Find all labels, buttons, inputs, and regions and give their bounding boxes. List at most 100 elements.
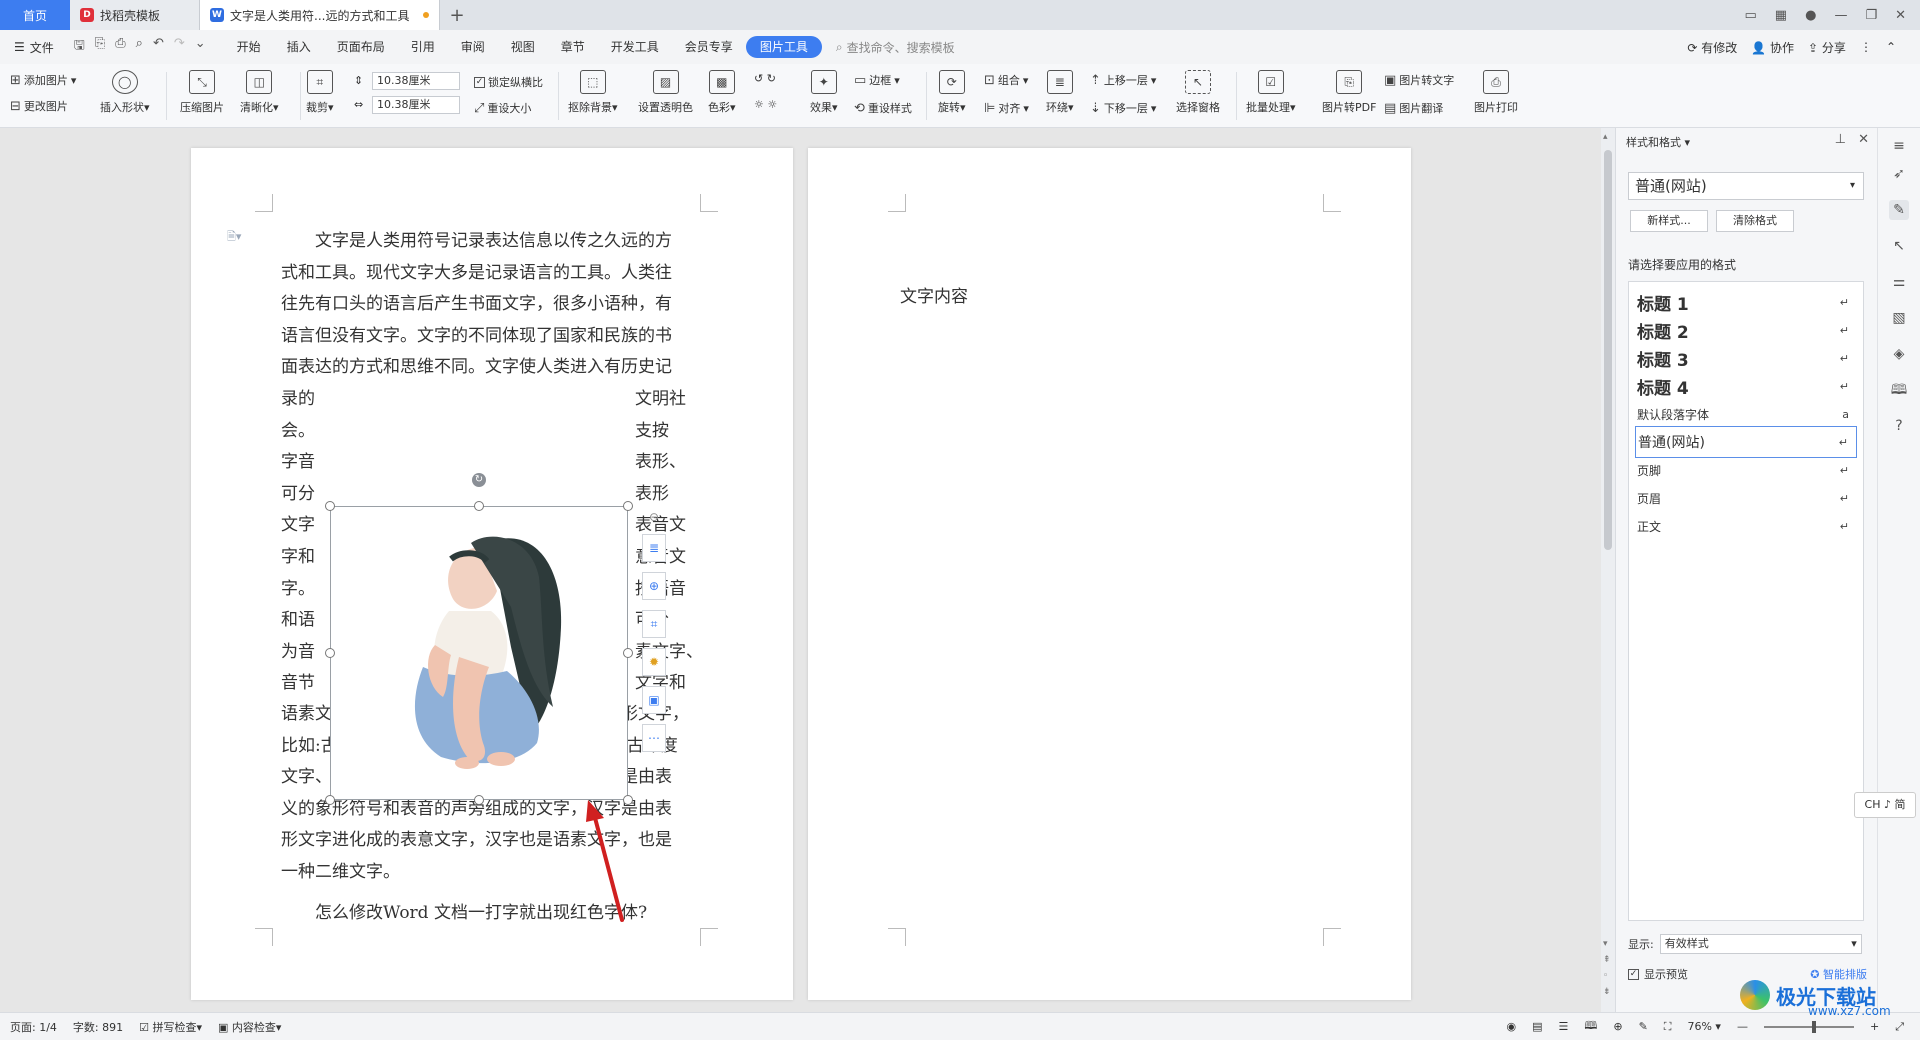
- vertical-scrollbar[interactable]: ▴ ▾ ⇞ ◦ ⇟: [1601, 128, 1615, 1012]
- resize-handle[interactable]: [474, 795, 484, 805]
- menu-item[interactable]: 引用: [398, 36, 448, 58]
- color-button[interactable]: ▩ 色彩▾: [708, 70, 736, 115]
- help-icon[interactable]: ?: [1889, 416, 1909, 436]
- pen-icon[interactable]: ✎: [1889, 200, 1909, 220]
- eye-icon[interactable]: ◉: [1506, 1020, 1516, 1033]
- resize-handle[interactable]: [325, 795, 335, 805]
- selection-pane-button[interactable]: ↖ 选择窗格: [1176, 70, 1220, 115]
- menu-item[interactable]: 会员专享: [672, 36, 746, 58]
- close-button[interactable]: ✕: [1895, 8, 1906, 23]
- fullscreen-icon[interactable]: ⤢: [1895, 1020, 1904, 1034]
- grid-icon[interactable]: ▦: [1775, 8, 1787, 23]
- menu-item[interactable]: 视图: [498, 36, 548, 58]
- menu-item[interactable]: 图片工具: [745, 36, 822, 58]
- zoom-in-icon[interactable]: +: [1870, 1020, 1879, 1033]
- page-view-icon[interactable]: ▤: [1532, 1020, 1542, 1033]
- picture-translate-button[interactable]: ▤ 图片翻译: [1384, 100, 1443, 116]
- rotate-left-icon[interactable]: ↺ ↻: [754, 72, 776, 85]
- word-count[interactable]: 字数: 891: [73, 1019, 123, 1035]
- zoom-slider[interactable]: [1763, 1020, 1854, 1033]
- layout-options-icon[interactable]: ≣: [642, 534, 666, 562]
- drag-handle-icon[interactable]: ≡: [1889, 136, 1909, 156]
- menu-item[interactable]: 章节: [548, 36, 598, 58]
- undo-icon[interactable]: ↶: [153, 36, 164, 58]
- share-button[interactable]: ⇪ 分享: [1808, 39, 1846, 56]
- web-view-icon[interactable]: ⊕: [1613, 1020, 1622, 1033]
- rotate-button[interactable]: ⟳ 旋转▾: [938, 70, 966, 115]
- export-icon[interactable]: ⎘: [95, 36, 105, 58]
- batch-button[interactable]: ☑ 批量处理▾: [1246, 70, 1296, 115]
- bring-forward-button[interactable]: ⇡ 上移一层 ▾: [1090, 72, 1156, 88]
- picture-to-pdf-button[interactable]: ⎘ 图片转PDF: [1322, 70, 1376, 115]
- menu-item[interactable]: 开始: [224, 36, 274, 58]
- lock-ratio-checkbox[interactable]: ✓ 锁定纵横比: [474, 74, 543, 90]
- file-menu[interactable]: ☰ 文件: [0, 39, 64, 56]
- close-icon[interactable]: ✕: [1858, 132, 1869, 147]
- compass-icon[interactable]: ◈: [1889, 344, 1909, 364]
- pin-icon[interactable]: ⊥: [1835, 132, 1846, 147]
- collapse-ribbon-icon[interactable]: ⌃: [1886, 40, 1896, 54]
- clear-format-button[interactable]: 清除格式: [1716, 210, 1794, 232]
- minimize-button[interactable]: —: [1834, 8, 1847, 23]
- paragraph-icon[interactable]: 🗎▾: [227, 228, 241, 247]
- resize-handle[interactable]: [325, 501, 335, 511]
- width-input[interactable]: 10.38厘米: [372, 72, 460, 90]
- add-picture-button[interactable]: ⊞ 添加图片 ▾: [10, 72, 76, 88]
- crop-button[interactable]: ⌗ 裁剪▾: [306, 70, 334, 115]
- border-button[interactable]: ▭ 边框 ▾: [854, 72, 900, 88]
- current-style-select[interactable]: 普通(网站) ▾: [1628, 172, 1864, 200]
- page-indicator[interactable]: 页面: 1/4: [10, 1019, 57, 1035]
- styles-panel-title[interactable]: 样式和格式 ▾: [1626, 134, 1690, 150]
- print-icon[interactable]: ⎙: [115, 36, 125, 58]
- idea-icon[interactable]: ✹: [642, 648, 666, 676]
- outline-view-icon[interactable]: ☰: [1558, 1020, 1568, 1033]
- tab-template[interactable]: D 找稻壳模板: [70, 0, 200, 30]
- style-item[interactable]: 正文 ↵: [1635, 510, 1857, 542]
- effects-button[interactable]: ✦ 效果▾: [810, 70, 838, 115]
- add-tab-button[interactable]: +: [440, 0, 474, 30]
- zoom-out-icon[interactable]: —: [1737, 1020, 1748, 1033]
- avatar[interactable]: ●: [1805, 8, 1816, 23]
- menu-item[interactable]: 开发工具: [598, 36, 672, 58]
- menu-item[interactable]: 审阅: [448, 36, 498, 58]
- set-transparent-button[interactable]: ▨ 设置透明色: [638, 70, 693, 115]
- layout-icon[interactable]: ▭: [1745, 8, 1757, 23]
- compress-button[interactable]: ⤡ 压缩图片: [180, 70, 224, 115]
- resize-handle[interactable]: [325, 648, 335, 658]
- command-search[interactable]: ⌕ 查找命令、搜索模板: [836, 39, 955, 56]
- tab-home[interactable]: 首页: [0, 0, 70, 30]
- brightness-icon[interactable]: ☼ ☼: [754, 98, 777, 111]
- wrap-button[interactable]: ≣ 环绕▾: [1046, 70, 1074, 115]
- more-icon[interactable]: ⋯: [642, 724, 666, 752]
- show-preview-checkbox[interactable]: ✓ 显示预览: [1628, 966, 1688, 982]
- input-method-indicator[interactable]: CH ♪ 简: [1854, 792, 1916, 818]
- change-picture-button[interactable]: ⊟ 更改图片: [10, 98, 68, 114]
- picture-text-icon[interactable]: ▣: [642, 686, 666, 714]
- resize-handle[interactable]: [474, 501, 484, 511]
- content-check-button[interactable]: ▣ 内容检查▾: [218, 1019, 281, 1035]
- question-paragraph[interactable]: 怎么修改Word 文档一打字就出现红色字体?: [281, 898, 721, 930]
- menu-item[interactable]: 页面布局: [324, 36, 398, 58]
- rotate-handle-icon[interactable]: ↻: [472, 473, 486, 487]
- send-backward-button[interactable]: ⇣ 下移一层 ▾: [1090, 100, 1156, 116]
- new-style-button[interactable]: 新样式...: [1630, 210, 1708, 232]
- resize-handle[interactable]: [623, 501, 633, 511]
- more-icon[interactable]: ⋮: [1860, 40, 1872, 54]
- scroll-thumb[interactable]: [1604, 150, 1612, 550]
- tab-document[interactable]: W 文字是人类用符...远的方式和工具: [200, 0, 440, 30]
- read-view-icon[interactable]: 🕮: [1584, 1017, 1597, 1036]
- remove-background-button[interactable]: ⬚ 抠除背景▾: [568, 70, 618, 115]
- group-button[interactable]: ⊡ 组合 ▾: [984, 72, 1028, 88]
- cursor-icon[interactable]: ↖: [1889, 236, 1909, 256]
- selected-picture[interactable]: ↻: [325, 473, 633, 805]
- collapse-icon[interactable]: ⊖: [642, 510, 666, 524]
- zoom-level[interactable]: 76% ▾: [1687, 1020, 1720, 1033]
- picture-to-text-button[interactable]: ▣ 图片转文字: [1384, 72, 1454, 88]
- chevron-down-icon[interactable]: ⌄: [195, 36, 206, 58]
- show-filter-select[interactable]: 有效样式 ▾: [1659, 934, 1862, 954]
- body-text-top[interactable]: 文字是人类用符号记录表达信息以传之久远的方 式和工具。现代文字大多是记录语言的工具…: [281, 226, 721, 384]
- redo-icon[interactable]: ↷: [174, 36, 185, 58]
- menu-item[interactable]: 插入: [274, 36, 324, 58]
- height-input[interactable]: 10.38厘米: [372, 96, 460, 114]
- align-button[interactable]: ⊫ 对齐 ▾: [984, 100, 1029, 116]
